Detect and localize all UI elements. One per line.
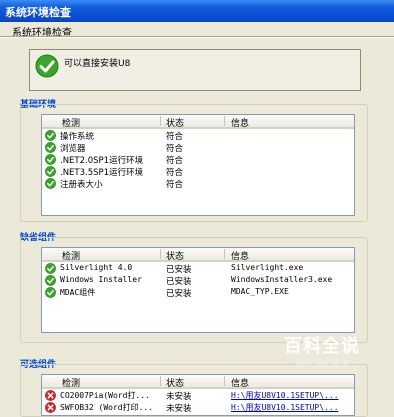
table-row[interactable]: .NET3.5SP1运行环境 符合	[42, 166, 354, 178]
row-check-name: MDAC组件	[60, 288, 96, 297]
check-icon	[45, 178, 56, 189]
row-check-name: 操作系统	[60, 132, 95, 142]
check-icon	[45, 166, 56, 177]
col-status[interactable]: 状态	[166, 116, 184, 129]
table-row[interactable]: CO2007Pia(Word打... 未安装 H:\用友U8V10.1SETUP\.…	[42, 390, 354, 402]
table-row[interactable]: .NET2.0SP1运行环境 符合	[42, 154, 354, 166]
check-icon	[45, 287, 56, 298]
window-titlebar[interactable]: 系统环境检查	[0, 0, 394, 22]
watermark: 百科全说 助你轻松解决	[262, 336, 382, 386]
col-status[interactable]: 状态	[166, 376, 184, 389]
row-status: 已安装	[166, 265, 192, 275]
col-info[interactable]: 信息	[231, 376, 249, 389]
row-status: 未安装	[166, 392, 192, 402]
row-info: Silverlight.exe	[231, 263, 304, 272]
table-row[interactable]: SWFOB32 (Word打印... 未安装 H:\用友U8V10.1SETUP\.…	[42, 402, 354, 414]
row-check-name: CO2007Pia(Word打...	[60, 391, 150, 400]
group-basic-environment: 基础环境 检测 状态 信息 操作系统 符合 浏览器 符合 .NET2.0SP1运行环境符…	[20, 97, 368, 222]
row-status: 符合	[166, 156, 184, 166]
row-info: MDAC_TYP.EXE	[231, 287, 289, 296]
col-info[interactable]: 信息	[231, 116, 249, 129]
basic-list[interactable]: 检测 状态 信息 操作系统 符合 浏览器 符合 .NET2.0SP1运行环境 符合 .NET…	[41, 114, 355, 216]
table-row[interactable]: MDAC组件 已安装 MDAC_TYP.EXE	[42, 287, 354, 299]
watermark-subtitle: 助你轻松解决	[294, 360, 349, 370]
check-icon	[45, 275, 56, 286]
table-row[interactable]: Silverlight 4.0 已安装 Silverlight.exe	[42, 263, 354, 275]
watermark-title: 百科全说	[284, 336, 360, 357]
col-info[interactable]: 信息	[231, 249, 249, 262]
row-status: 符合	[166, 144, 184, 154]
default-list[interactable]: 检测 状态 信息 Silverlight 4.0 已安装 Silverlight.e…	[41, 247, 355, 333]
check-icon	[45, 142, 56, 153]
row-info: WindowsInstaller3.exe	[231, 275, 333, 284]
row-check-name: 浏览器	[60, 144, 86, 154]
col-status[interactable]: 状态	[166, 249, 184, 262]
row-status: 已安装	[166, 289, 192, 299]
check-icon	[35, 54, 59, 78]
col-check[interactable]: 检测	[62, 249, 80, 262]
status-message: 可以直接安装U8	[64, 59, 131, 69]
row-info-link[interactable]: H:\用友U8V10.1SETUP\...	[231, 390, 339, 401]
list-header: 检测 状态 信息	[42, 115, 354, 129]
check-icon	[45, 263, 56, 274]
status-panel: 可以直接安装U8	[29, 49, 361, 91]
row-check-name: .NET3.5SP1运行环境	[60, 168, 144, 178]
group-default-components: 缺省组件 检测 状态 信息 Silverlight 4.0 已安装 Silverli…	[20, 230, 368, 343]
row-status: 符合	[166, 180, 184, 190]
col-check[interactable]: 检测	[62, 376, 80, 389]
table-row[interactable]: 操作系统 符合	[42, 130, 354, 142]
check-icon	[45, 130, 56, 141]
row-status: 符合	[166, 168, 184, 178]
window-title: 系统环境检查	[5, 6, 71, 19]
row-check-name: Windows Installer	[60, 275, 142, 284]
error-icon	[45, 390, 56, 401]
table-row[interactable]: Windows Installer 已安装 WindowsInstaller3.ex…	[42, 275, 354, 287]
row-status: 符合	[166, 132, 184, 142]
col-check[interactable]: 检测	[62, 116, 80, 129]
header-divider	[0, 36, 394, 38]
row-check-name: Silverlight 4.0	[60, 263, 133, 272]
row-check-name: .NET2.0SP1运行环境	[60, 156, 144, 166]
list-header: 检测 状态 信息	[42, 248, 354, 262]
check-icon	[45, 154, 56, 165]
row-check-name: 注册表大小	[60, 180, 103, 190]
row-status: 未安装	[166, 404, 192, 414]
table-row[interactable]: 浏览器 符合	[42, 142, 354, 154]
row-status: 已安装	[166, 277, 192, 287]
table-row[interactable]: 注册表大小 符合	[42, 178, 354, 190]
